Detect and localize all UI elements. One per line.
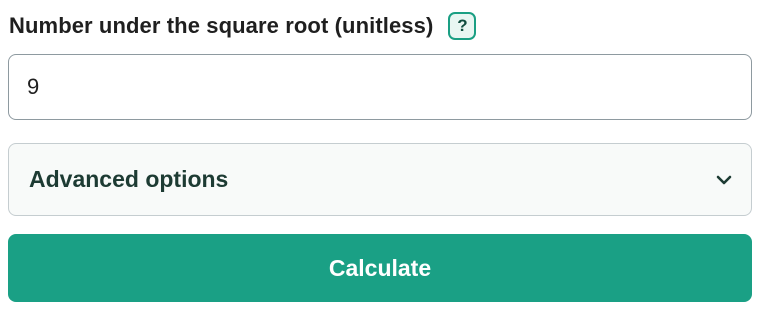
field-label: Number under the square root (unitless) (9, 13, 434, 38)
advanced-options-label: Advanced options (29, 166, 229, 192)
number-input[interactable] (8, 54, 752, 120)
advanced-options-toggle[interactable]: Advanced options (8, 143, 752, 216)
field-label-row: Number under the square root (unitless) … (9, 10, 477, 42)
calculate-button[interactable]: Calculate (8, 234, 752, 302)
chevron-down-icon (715, 174, 733, 186)
help-button[interactable]: ? (448, 12, 477, 40)
square-root-calculator-form: Number under the square root (unitless) … (0, 0, 760, 310)
